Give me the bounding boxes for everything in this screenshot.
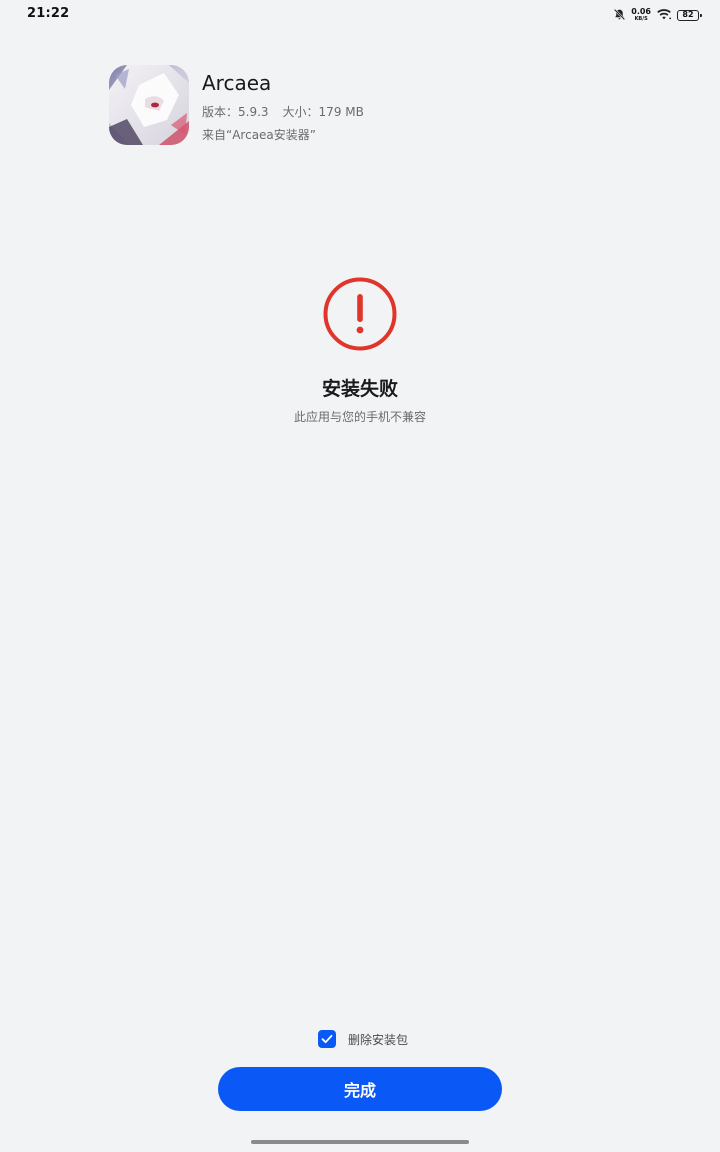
delete-package-checkbox[interactable] [318,1030,336,1048]
check-icon [321,1034,333,1044]
result-subtitle: 此应用与您的手机不兼容 [293,410,426,424]
app-name: Arcaea [202,71,272,95]
status-bar: 21:22 0.06 KB/S 82 [0,0,720,30]
battery-icon: 82 [677,9,702,21]
result-title: 安装失败 [321,378,398,400]
net-speed-unit: KB/S [634,16,648,22]
home-indicator[interactable] [251,1140,469,1144]
mute-icon [613,6,626,25]
app-size: 大小：179 MB [282,105,364,119]
status-time: 21:22 [27,6,70,21]
done-button[interactable]: 完成 [218,1067,502,1111]
app-icon [109,65,189,145]
delete-package-option[interactable]: 删除安装包 [318,1029,408,1049]
status-icons: 0.06 KB/S 82 [613,6,702,25]
net-speed: 0.06 KB/S [631,8,651,22]
app-meta: 版本：5.9.3 大小：179 MB [202,103,364,120]
wifi-icon [656,6,672,25]
app-info: Arcaea 版本：5.9.3 大小：179 MB 来自“Arcaea安装器” [109,65,529,147]
app-source: 来自“Arcaea安装器” [202,128,317,142]
error-exclamation-icon [322,276,398,352]
net-speed-value: 0.06 [631,7,651,16]
delete-package-label: 删除安装包 [348,1032,409,1047]
app-version: 版本：5.9.3 [202,105,269,119]
battery-level: 82 [682,10,694,19]
